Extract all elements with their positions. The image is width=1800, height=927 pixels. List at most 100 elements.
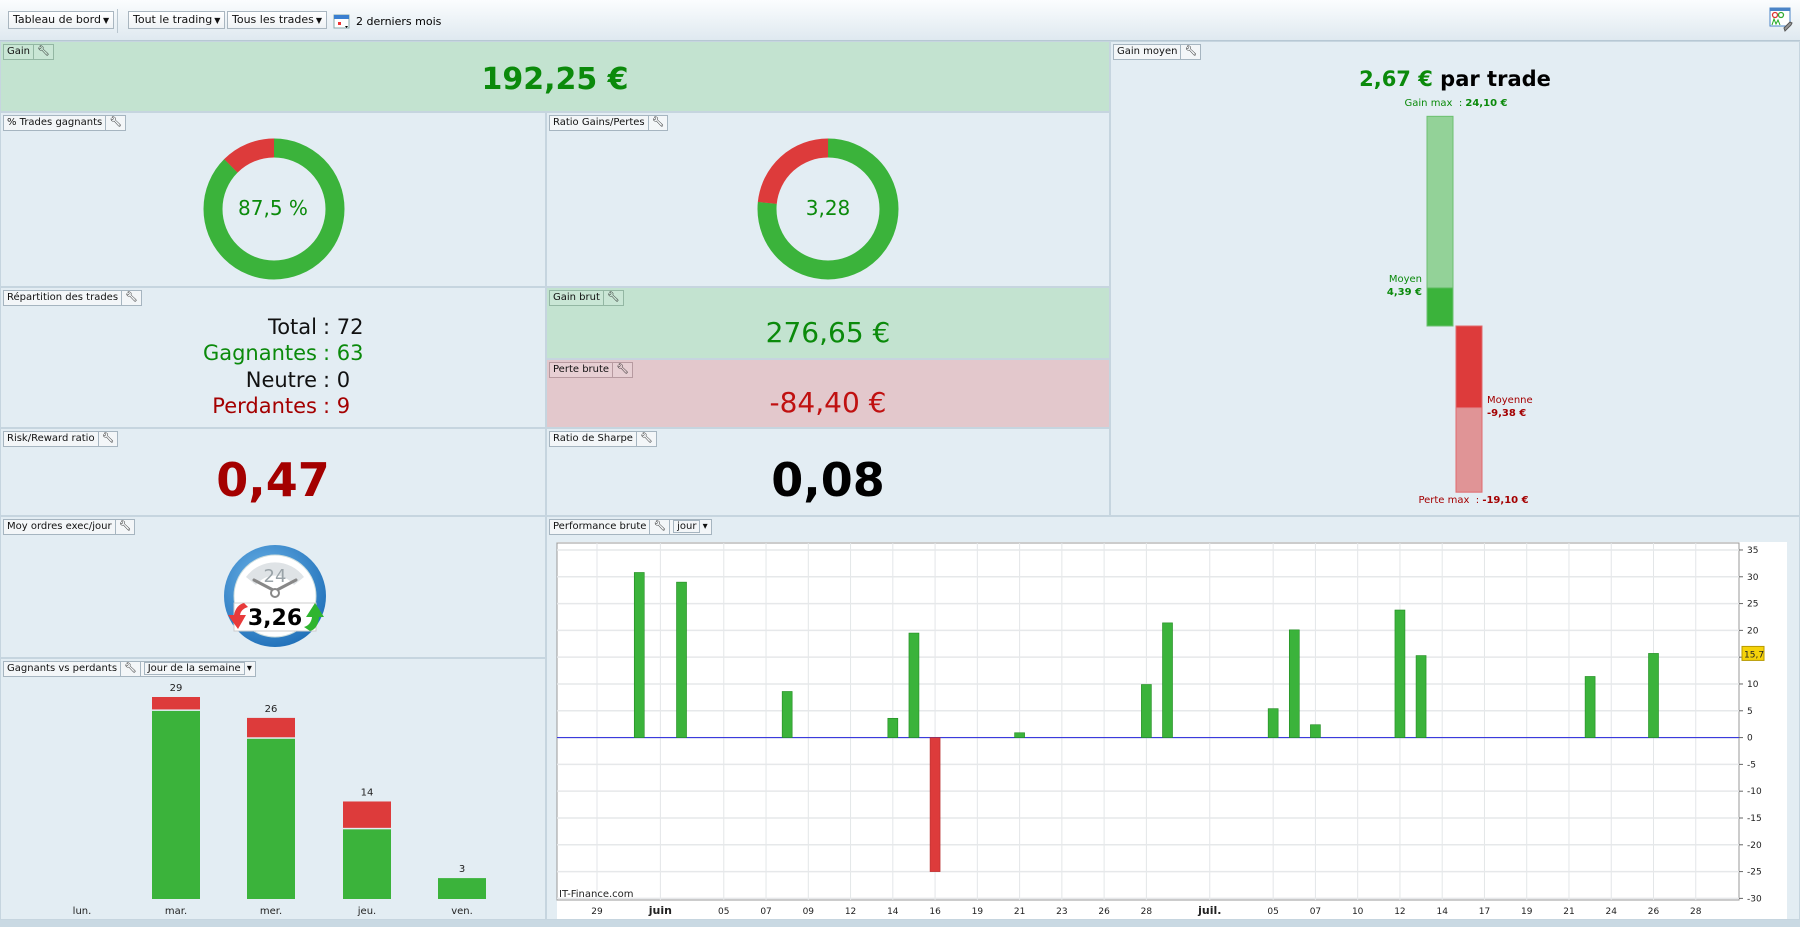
x-tick-label: 12 — [845, 907, 856, 917]
avg-gain-bar — [1426, 287, 1454, 327]
y-tick-label: -25 — [1747, 868, 1762, 878]
dashboard-dropdown[interactable]: Tableau de bord ▼ — [8, 11, 115, 29]
y-tick-label: 0 — [1747, 734, 1753, 744]
x-tick-label: 23 — [1056, 907, 1067, 917]
panel-title[interactable]: Perte brute — [549, 362, 614, 378]
performance-bar — [1267, 708, 1279, 738]
x-tick-label: 19 — [972, 907, 984, 917]
calendar-icon — [333, 14, 350, 29]
panel-title[interactable]: Gain — [3, 44, 34, 60]
x-tick-label: 26 — [1098, 907, 1110, 917]
row-label: Gagnantes — [202, 341, 317, 365]
bar-total-label: 14 — [361, 787, 374, 798]
y-tick-label: -5 — [1747, 760, 1756, 770]
row-winners: Gagnantes: 63 — [1, 341, 547, 367]
wrench-icon[interactable]: 🔧︎ — [97, 431, 119, 447]
average-gain-bars — [1426, 115, 1483, 493]
caret-down-icon: ▼ — [102, 16, 110, 25]
panel-title[interactable]: Ratio de Sharpe — [549, 431, 637, 447]
performance-chart: 29 juin 05 07 09 12 14 16 19 21 23 26 28 juil. 05 07 10 1… — [556, 542, 1787, 919]
bar-total-label: 26 — [265, 704, 278, 715]
caret-down-icon: ▼ — [214, 16, 221, 25]
wrench-icon[interactable]: 🔧︎ — [635, 431, 657, 447]
performance-bar — [1394, 609, 1406, 738]
toolbar-divider — [117, 9, 118, 33]
performance-bar — [781, 691, 793, 738]
row-value: : 9 — [323, 394, 351, 418]
performance-bar — [908, 632, 920, 738]
row-label: Perdantes — [212, 394, 317, 418]
panel-avg-orders-per-day: Moy ordres exec/jour 🔧︎ 24 3,26 — [0, 516, 546, 658]
trades-filter-dropdown[interactable]: Tous les trades ▼ — [227, 11, 328, 29]
y-tick-label: 20 — [1747, 626, 1759, 636]
clock-label: 24 — [264, 566, 287, 587]
performance-bar — [929, 737, 941, 872]
y-tick-label: -20 — [1747, 841, 1762, 851]
row-label: Neutre — [245, 368, 317, 392]
winner-bar — [343, 829, 391, 899]
row-neutral: Neutre: 0 — [1, 368, 547, 394]
panel-winners-vs-losers: Gagnants vs perdants 🔧︎ Jour de la semaine… — [0, 658, 546, 920]
trading-filter-label: Tout le trading — [133, 13, 213, 26]
x-tick-label: 26 — [1648, 907, 1660, 917]
panel-title[interactable]: Répartition des trades — [3, 290, 123, 306]
x-tick-label: juil. — [1197, 904, 1221, 917]
x-tick-label: 07 — [760, 907, 771, 917]
row-value: : 0 — [323, 368, 351, 392]
y-tick-label: 5 — [1747, 707, 1753, 717]
performance-bar — [1162, 622, 1173, 738]
performance-bar — [887, 717, 899, 738]
panel-gain-loss-ratio: Ratio Gains/Pertes 🔧︎ 3,28 — [546, 112, 1110, 287]
performance-bar — [1584, 676, 1596, 738]
avg-orders-value: 3,26 — [248, 606, 302, 631]
category-label: jeu. — [357, 906, 376, 917]
period-selector[interactable]: 2 derniers mois — [333, 11, 441, 31]
category-label: mar. — [165, 906, 187, 917]
winner-bar — [152, 710, 200, 899]
ratio-value: 3,28 — [805, 196, 851, 220]
wrench-icon[interactable]: 🔧︎ — [612, 362, 633, 378]
trades-filter-label: Tous les trades — [232, 13, 314, 26]
wrench-icon[interactable]: 🔧︎ — [602, 290, 624, 306]
loser-bar — [247, 717, 295, 738]
caret-down-icon: ▼ — [315, 16, 323, 25]
trading-filter-dropdown[interactable]: Tout le trading ▼ — [128, 11, 226, 29]
gain-value: 192,25 € — [481, 62, 629, 97]
row-losers: Perdantes: 9 — [1, 394, 547, 420]
gross-loss-value: -84,40 € — [769, 386, 887, 419]
wrench-icon[interactable]: 🔧︎ — [114, 519, 136, 535]
panel-risk-reward: Risk/Reward ratio 🔧︎ 0,47 — [0, 428, 546, 516]
panel-title[interactable]: Moy ordres exec/jour — [3, 519, 116, 535]
performance-bar — [1648, 653, 1659, 738]
dashboard-settings-button[interactable] — [1769, 6, 1795, 32]
x-tick-label: 24 — [1606, 907, 1618, 917]
row-label: Total — [267, 315, 317, 339]
wrench-icon[interactable]: 🔧︎ — [33, 44, 54, 60]
dashboard-settings-icon — [1769, 7, 1793, 32]
performance-bar — [676, 581, 687, 738]
performance-bar — [1288, 629, 1300, 738]
x-tick-label: 07 — [1310, 907, 1321, 917]
panel-sharpe-ratio: Ratio de Sharpe 🔧︎ 0,08 — [546, 428, 1110, 516]
panel-gross-gain: Gain brut 🔧︎ 276,65 € — [546, 287, 1110, 359]
x-tick-label: 28 — [1690, 907, 1702, 917]
category-label: mer. — [260, 906, 282, 917]
x-tick-label: 17 — [1479, 907, 1490, 917]
x-tick-label: 29 — [591, 907, 603, 917]
weekday-chart: lun. 29 mar. 26 mer. 14 jeu. 3 ven. — [73, 683, 486, 917]
performance-bar — [1310, 724, 1321, 738]
panel-title[interactable]: Risk/Reward ratio — [3, 431, 99, 447]
wrench-icon[interactable]: 🔧︎ — [121, 290, 142, 306]
clock-icon: 24 3,26 — [224, 545, 326, 647]
loser-bar — [343, 801, 391, 828]
row-total: Total: 72 — [1, 315, 547, 341]
x-tick-label: 16 — [929, 907, 941, 917]
loser-bar — [152, 697, 200, 710]
toolbar: Tableau de bord ▼ Tout le trading ▼ Tous l… — [0, 0, 1800, 41]
performance-bar — [1415, 655, 1427, 738]
panel-win-percentage: % Trades gagnants 🔧︎ 87,5 % — [0, 112, 546, 287]
y-tick-label: -15 — [1747, 814, 1762, 824]
win-percentage-value: 87,5 % — [238, 196, 308, 220]
panel-title[interactable]: Gain brut — [549, 290, 604, 306]
avg-loss-bar — [1455, 325, 1483, 409]
